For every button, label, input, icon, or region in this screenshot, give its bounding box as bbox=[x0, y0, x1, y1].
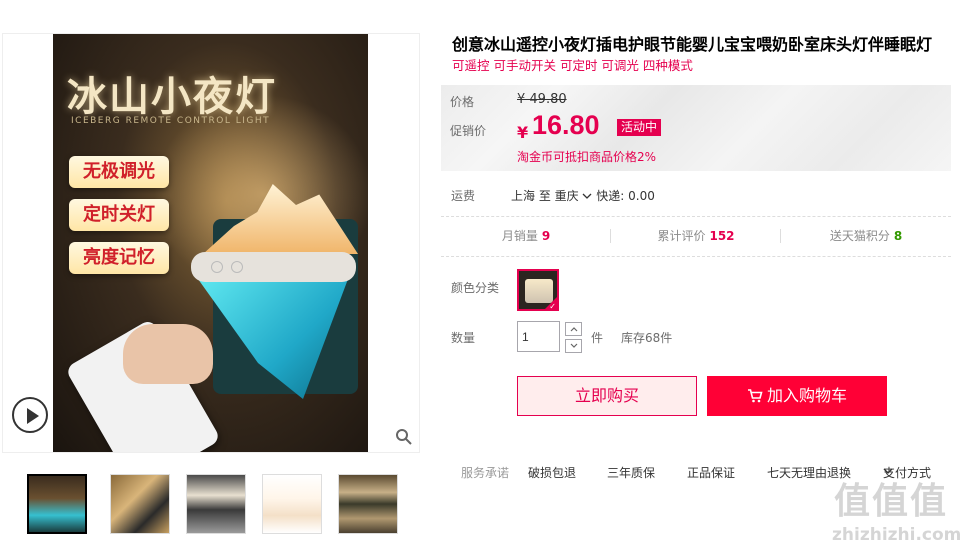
watermark-glyphs: 值值值 bbox=[834, 481, 949, 522]
thumbnail-5[interactable] bbox=[338, 474, 398, 534]
feature-memory: 亮度记忆 bbox=[69, 242, 169, 274]
quantity-increase-button[interactable] bbox=[565, 322, 582, 336]
check-icon: ✓ bbox=[549, 302, 556, 311]
image-title: 冰山小夜灯 bbox=[67, 74, 277, 120]
chevron-down-icon[interactable] bbox=[582, 192, 592, 200]
quantity-label: 数量 bbox=[451, 331, 476, 345]
shipping-fee: 快递: 0.00 bbox=[596, 189, 655, 203]
divider bbox=[441, 256, 951, 257]
buy-now-button[interactable]: 立即购买 bbox=[517, 376, 697, 416]
thumbnail-4[interactable] bbox=[262, 474, 322, 534]
shipping-route-text[interactable]: 上海 至 重庆 bbox=[511, 189, 579, 203]
hand bbox=[123, 324, 213, 384]
product-subtitle: 可遥控 可手动开关 可定时 可调光 四种模式 bbox=[452, 58, 693, 73]
shipping-label: 运费 bbox=[451, 189, 476, 203]
cart-icon bbox=[747, 389, 763, 403]
orig-price-label: 价格 bbox=[450, 95, 475, 109]
coin-note: 淘金币可抵扣商品价格2% bbox=[517, 150, 657, 164]
price-box: 价格 ¥ 49.80 促销价 ¥ 16.80 活动中 淘金币可抵扣商品价格2% bbox=[441, 85, 951, 171]
thumbnail-2[interactable] bbox=[110, 474, 170, 534]
stat-points: 送天猫积分 8 bbox=[781, 222, 951, 250]
promo-price: 16.80 bbox=[532, 110, 600, 140]
stat-label: 累计评价 bbox=[657, 229, 706, 243]
currency-symbol: ¥ bbox=[517, 123, 529, 142]
thumbnail-list bbox=[27, 474, 407, 536]
stat-label: 月销量 bbox=[501, 229, 538, 243]
shipping-row: 运费 上海 至 重庆 快递: 0.00 bbox=[441, 185, 951, 205]
service-item[interactable]: 三年质保 bbox=[607, 464, 655, 481]
sku-option-selected[interactable]: ✓ bbox=[517, 269, 559, 311]
product-title: 创意冰山遥控小夜灯插电护眼节能婴儿宝宝喂奶卧室床头灯伴睡眠灯 bbox=[452, 35, 933, 54]
stock-count: 库存68件 bbox=[621, 331, 673, 345]
stat-value: 9 bbox=[541, 229, 551, 243]
promo-price-label: 促销价 bbox=[450, 124, 487, 138]
chevron-down-icon bbox=[570, 343, 578, 348]
quantity-unit: 件 bbox=[591, 331, 604, 345]
image-subtitle: ICEBERG REMOTE CONTROL LIGHT bbox=[71, 116, 271, 126]
add-to-cart-button[interactable]: 加入购物车 bbox=[707, 376, 887, 416]
product-photo: 冰山小夜灯 ICEBERG REMOTE CONTROL LIGHT 无极调光 … bbox=[53, 34, 368, 452]
service-item[interactable]: 正品保证 bbox=[687, 464, 735, 481]
quantity-decrease-button[interactable] bbox=[565, 339, 582, 353]
stat-value: 152 bbox=[709, 229, 735, 243]
quantity-input[interactable] bbox=[517, 321, 560, 352]
video-play-button[interactable] bbox=[12, 397, 48, 433]
feature-timer: 定时关灯 bbox=[69, 199, 169, 231]
service-label: 服务承诺 bbox=[461, 466, 510, 480]
thumbnail-1[interactable] bbox=[27, 474, 87, 534]
promo-tag: 活动中 bbox=[617, 119, 662, 136]
lamp-band bbox=[191, 252, 356, 282]
stat-label: 送天猫积分 bbox=[829, 229, 890, 243]
thumbnail-3[interactable] bbox=[186, 474, 246, 534]
divider bbox=[441, 216, 951, 217]
color-label: 颜色分类 bbox=[451, 281, 500, 295]
stat-monthly-sales: 月销量 9 bbox=[441, 222, 611, 250]
feature-dimming: 无极调光 bbox=[69, 156, 169, 188]
add-to-cart-label[interactable]: 加入购物车 bbox=[767, 386, 847, 405]
site-watermark: 值值值 zhizhizhi.com bbox=[828, 472, 978, 550]
watermark-text: zhizhizhi.com bbox=[832, 525, 962, 545]
chevron-up-icon bbox=[570, 327, 578, 332]
orig-price: ¥ 49.80 bbox=[517, 92, 567, 107]
service-item[interactable]: 破损包退 bbox=[528, 464, 576, 481]
shipping-route[interactable]: 上海 至 重庆 快递: 0.00 bbox=[511, 187, 655, 204]
stat-value: 8 bbox=[893, 229, 903, 243]
stat-reviews[interactable]: 累计评价 152 bbox=[611, 222, 781, 250]
stats-row: 月销量 9 累计评价 152 送天猫积分 8 bbox=[441, 222, 951, 250]
zoom-icon[interactable] bbox=[395, 428, 413, 446]
main-product-image[interactable]: 冰山小夜灯 ICEBERG REMOTE CONTROL LIGHT 无极调光 … bbox=[2, 33, 420, 453]
